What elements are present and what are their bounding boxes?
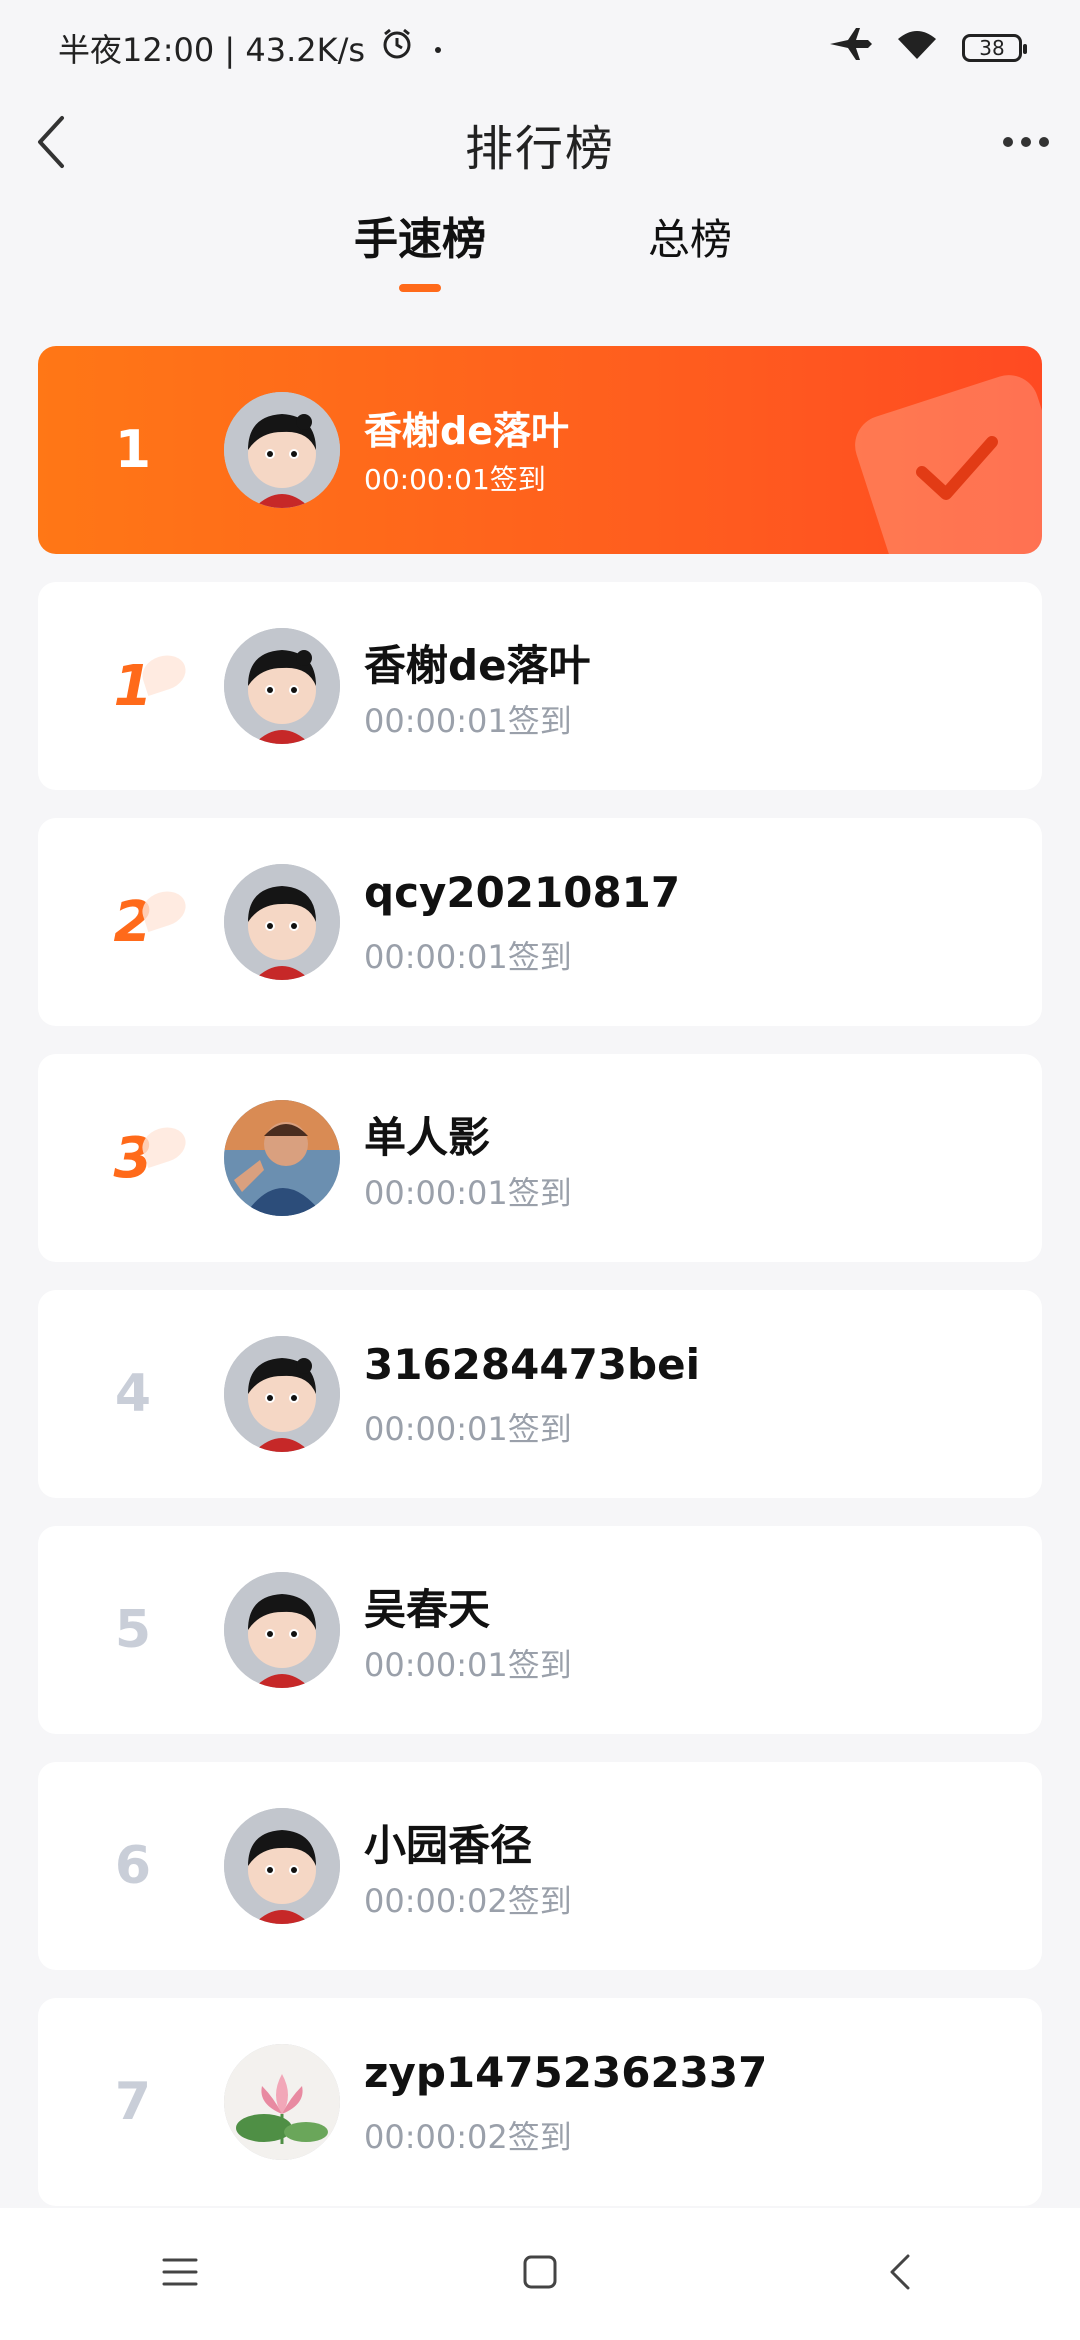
status-bar: 半夜12:00 | 43.2K/s 38: [0, 0, 1080, 96]
back-icon: [886, 2252, 914, 2296]
rank-card[interactable]: 6 小园香径 00:00:02签到: [38, 1762, 1042, 1970]
user-name: 小园香径: [364, 1821, 533, 1870]
alarm-icon: [379, 26, 415, 70]
user-name: zyp14752362337: [364, 2048, 768, 2097]
rank-number: 5: [114, 1600, 152, 1660]
rank-card[interactable]: 4 316284473bei 00:00:01签到: [38, 1290, 1042, 1498]
more-dots-icon: [1000, 134, 1052, 154]
user-name: 316284473bei: [364, 1340, 700, 1389]
home-button[interactable]: [500, 2234, 580, 2314]
tab-active-indicator: [399, 284, 441, 292]
user-name: 单人影: [364, 1113, 491, 1162]
avatar: [224, 628, 340, 744]
avatar: [224, 864, 340, 980]
battery-level: 38: [979, 36, 1005, 60]
wifi-icon: [896, 27, 938, 69]
sign-time: 00:00:01签到: [364, 1646, 572, 1684]
tab-bar: 手速榜 总榜: [0, 208, 1080, 308]
page-title: 排行榜: [464, 121, 615, 177]
rank-number: 4: [114, 1364, 152, 1424]
dot-icon: [429, 29, 447, 67]
sign-time: 00:00:01签到: [364, 702, 572, 740]
battery-icon: 38: [962, 34, 1027, 62]
tab-speed-rank[interactable]: 手速榜: [330, 208, 510, 308]
top-bar: 排行榜: [0, 96, 1080, 192]
rank-card[interactable]: 5 吴春天 00:00:01签到: [38, 1526, 1042, 1734]
user-name: qcy20210817: [364, 868, 681, 917]
back-button[interactable]: [22, 114, 82, 174]
nav-back-button[interactable]: [860, 2234, 940, 2314]
system-nav-bar: [0, 2208, 1080, 2340]
tab-label: 总榜: [647, 215, 732, 264]
status-right: 38: [828, 26, 1027, 70]
sign-time: 00:00:02签到: [364, 1882, 572, 1920]
rank-medal: 1: [38, 582, 228, 790]
back-chevron-icon: [32, 114, 72, 174]
rank-number: 1: [114, 420, 152, 480]
tab-overall-rank[interactable]: 总榜: [620, 208, 760, 308]
rank-number: 6: [114, 1836, 152, 1896]
status-time: 半夜12:00 | 43.2K/s: [58, 31, 366, 69]
status-left: 半夜12:00 | 43.2K/s: [58, 25, 447, 71]
avatar: [224, 2044, 340, 2160]
rank-card[interactable]: 7 zyp14752362337 00:00:02签到: [38, 1998, 1042, 2206]
sign-time: 00:00:01签到: [364, 938, 572, 976]
user-name: 吴春天: [364, 1585, 491, 1634]
rank-medal: 2: [38, 818, 228, 1026]
avatar: [224, 1100, 340, 1216]
user-name: 香榭de落叶: [364, 641, 591, 690]
avatar: [224, 1808, 340, 1924]
more-button[interactable]: [996, 114, 1056, 174]
rank-card[interactable]: 2 qcy20210817 00:00:01签到: [38, 818, 1042, 1026]
avatar: [224, 1572, 340, 1688]
sign-time: 00:00:01签到: [364, 1174, 572, 1212]
user-name: 香榭de落叶: [364, 409, 569, 453]
tab-label: 手速榜: [354, 214, 486, 265]
leaderboard-list: 1 香榭de落叶 00:00:01签到 1 香榭de落叶 00:00:01签到 …: [38, 346, 1042, 2234]
sign-time: 00:00:02签到: [364, 2118, 572, 2156]
home-icon: [522, 2254, 558, 2294]
avatar: [224, 392, 340, 508]
avatar: [224, 1336, 340, 1452]
rank-number: 7: [114, 2072, 152, 2132]
menu-icon: [162, 2256, 198, 2292]
rank-card[interactable]: 3 单人影 00:00:01签到: [38, 1054, 1042, 1262]
menu-button[interactable]: [140, 2234, 220, 2314]
sign-time: 00:00:01签到: [364, 1410, 572, 1448]
rank-card[interactable]: 1 香榭de落叶 00:00:01签到: [38, 582, 1042, 790]
my-rank-card[interactable]: 1 香榭de落叶 00:00:01签到: [38, 346, 1042, 554]
checkmark-icon: [912, 436, 1002, 520]
sign-time: 00:00:01签到: [364, 463, 546, 496]
airplane-icon: [828, 26, 872, 70]
rank-medal: 3: [38, 1054, 228, 1262]
